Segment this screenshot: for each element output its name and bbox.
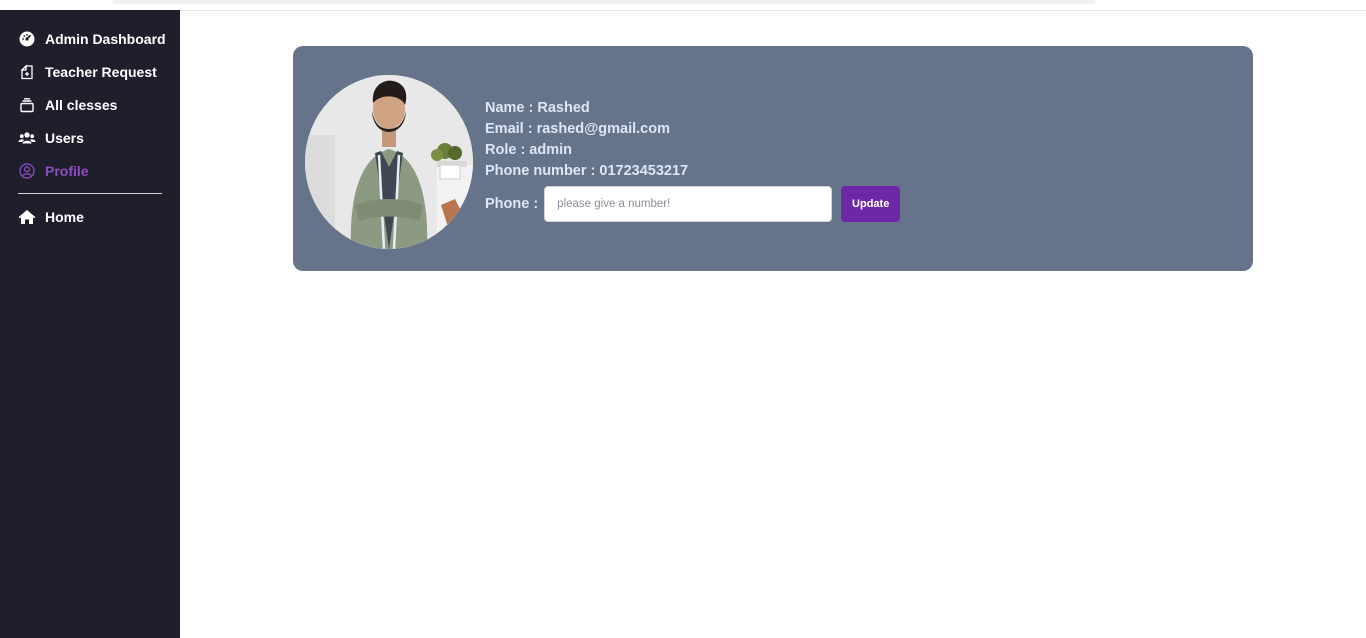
sidebar-item-all-classes[interactable]: All clesses <box>18 94 117 116</box>
phone-input[interactable] <box>544 186 833 222</box>
profile-info: Name : Rashed Email : rashed@gmail.com R… <box>485 98 688 182</box>
sidebar-item-profile[interactable]: Profile <box>18 160 89 182</box>
sidebar-item-label: Home <box>45 209 84 225</box>
sidebar-item-label: Profile <box>45 163 89 179</box>
sidebar-item-label: Teacher Request <box>45 64 157 80</box>
home-icon <box>18 208 36 226</box>
phone-label: Phone : <box>485 196 539 212</box>
phone-update-form: Phone : Update <box>485 186 901 222</box>
profile-phone-number: Phone number : 01723453217 <box>485 163 689 179</box>
sidebar-item-teacher-request[interactable]: Teacher Request <box>18 61 157 83</box>
sidebar-item-home[interactable]: Home <box>18 206 84 228</box>
sidebar-item-label: Users <box>45 130 84 146</box>
sidebar-divider <box>18 193 162 194</box>
sidebar-item-users[interactable]: Users <box>18 127 84 149</box>
avatar <box>305 75 473 249</box>
users-icon <box>18 129 36 147</box>
profile-card: Name : Rashed Email : rashed@gmail.com R… <box>293 46 1253 271</box>
update-button[interactable]: Update <box>841 186 901 222</box>
profile-name: Name : Rashed <box>485 100 590 116</box>
sidebar-item-label: Admin Dashboard <box>45 31 166 47</box>
profile-email: Email : rashed@gmail.com <box>485 121 670 137</box>
request-icon <box>18 63 36 81</box>
classes-icon <box>18 96 36 114</box>
browser-top-strip <box>0 0 1366 11</box>
profile-icon <box>18 162 36 180</box>
profile-role: Role : admin <box>485 142 573 158</box>
sidebar-item-label: All clesses <box>45 97 118 113</box>
dashboard-icon <box>18 30 36 48</box>
address-bar-edge <box>112 0 1096 4</box>
sidebar-item-admin-dashboard[interactable]: Admin Dashboard <box>18 28 166 50</box>
sidebar: Admin Dashboard Teacher Request All cles… <box>0 10 180 638</box>
